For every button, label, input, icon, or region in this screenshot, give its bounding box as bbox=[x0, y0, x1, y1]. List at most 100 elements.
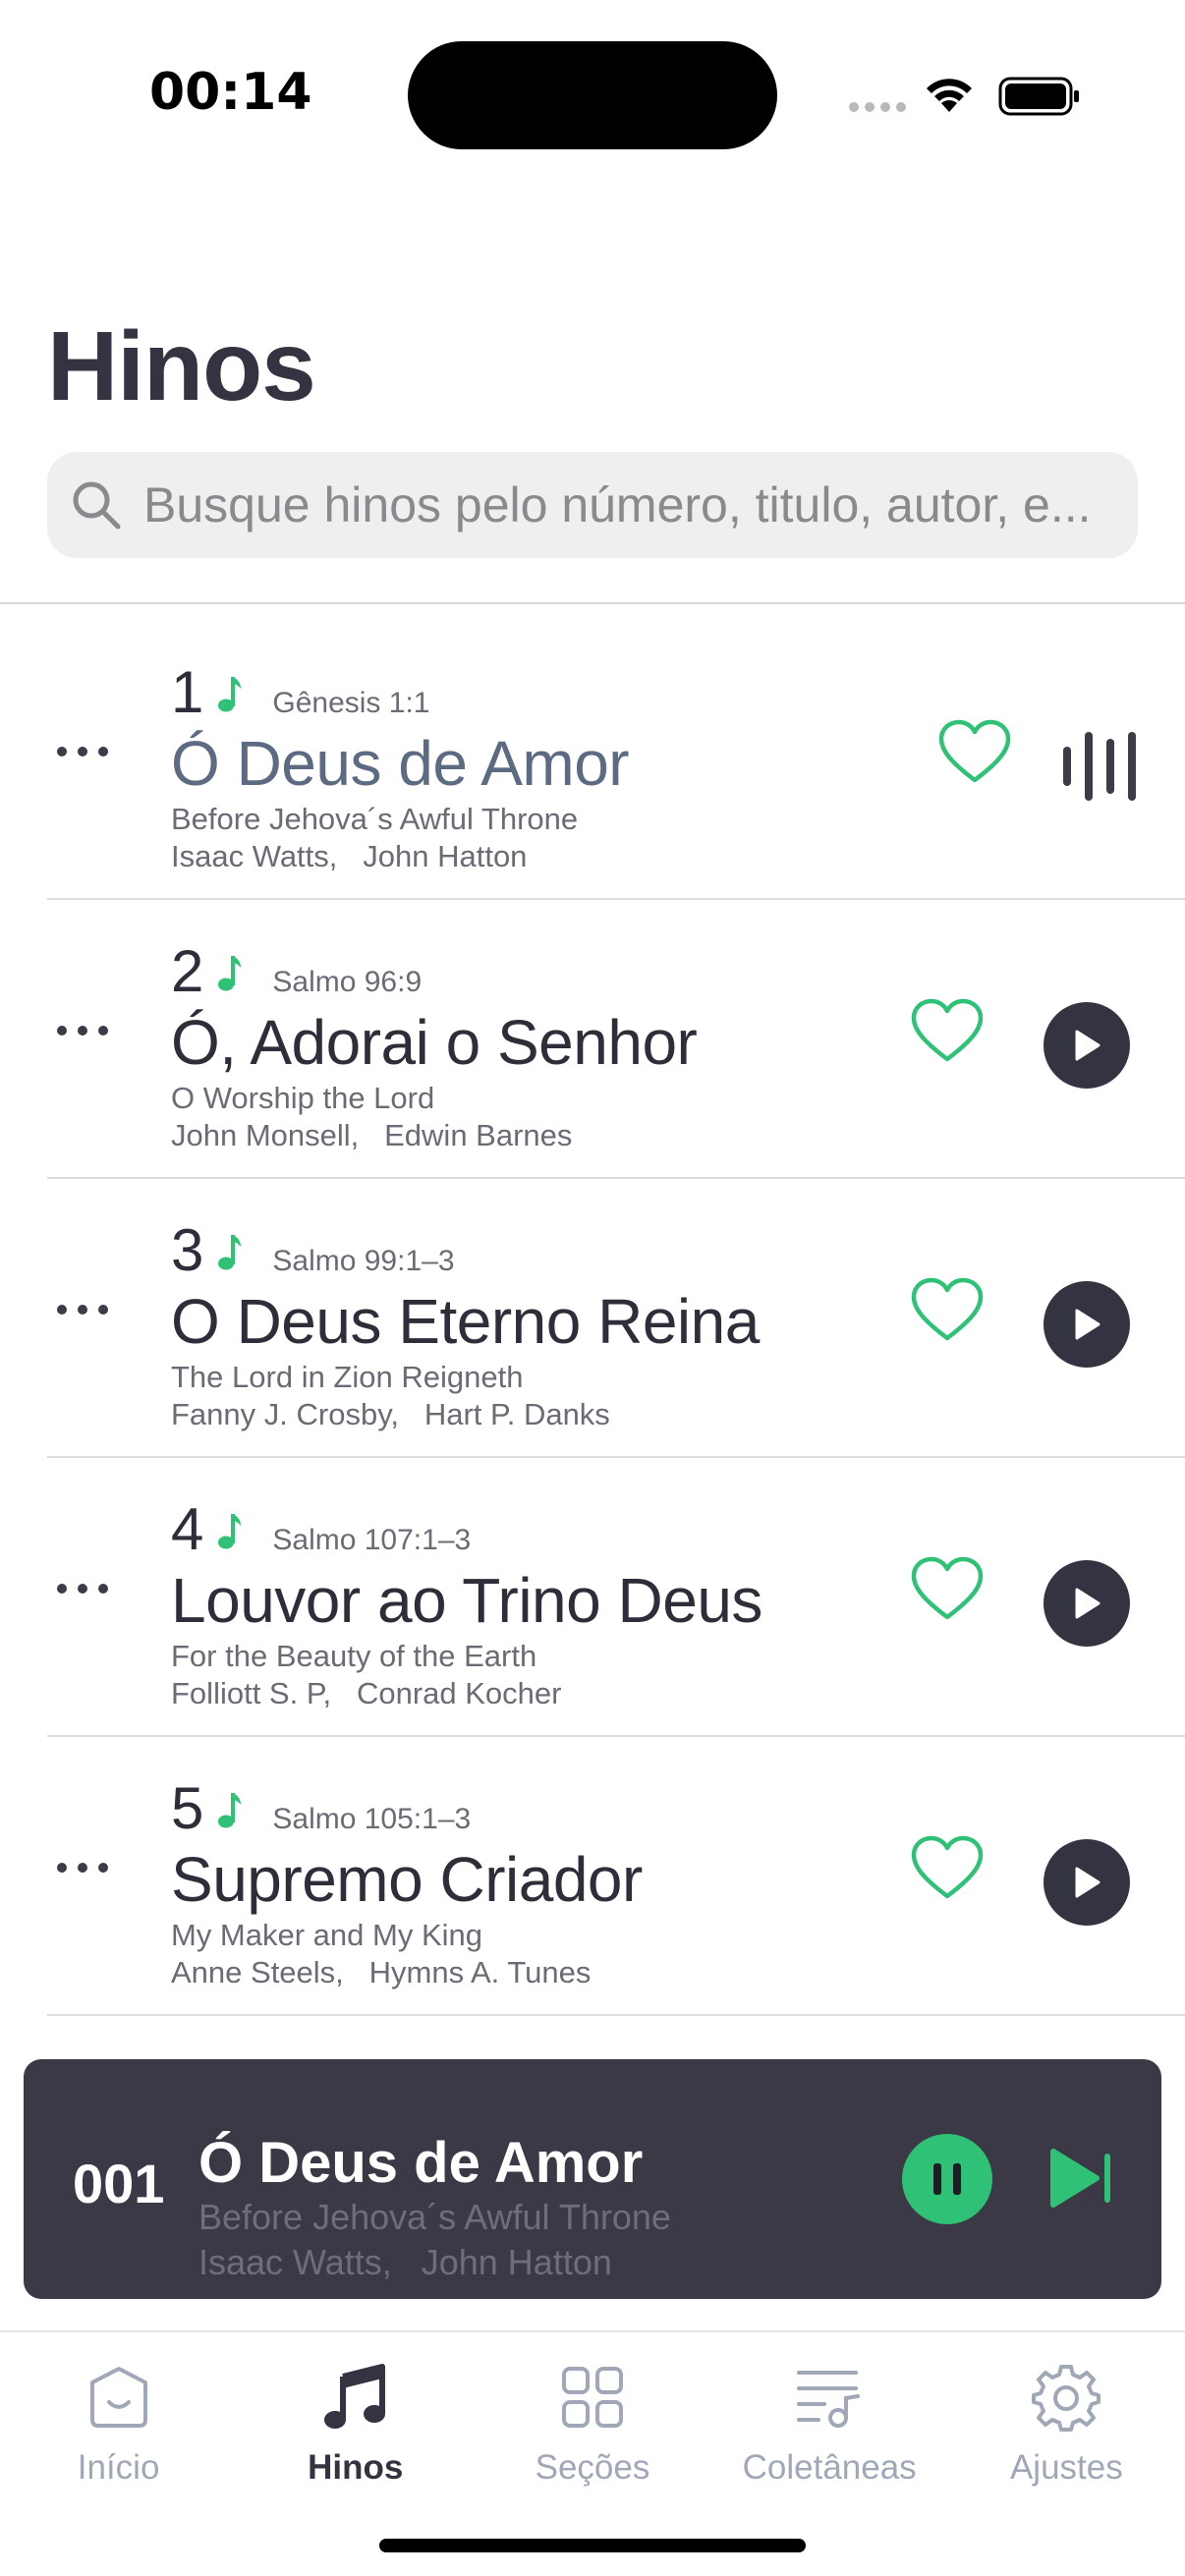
page-title: Hinos bbox=[47, 311, 316, 421]
divider bbox=[0, 602, 1185, 604]
hymn-author: Folliott S. P, bbox=[171, 1676, 332, 1710]
hymn-authors: Fanny J. Crosby, Hart P. Danks bbox=[171, 1397, 610, 1432]
hymn-number: 5 bbox=[171, 1775, 204, 1841]
hymn-row[interactable]: 5 Salmo 105:1–3 Supremo Criador My Maker… bbox=[0, 1737, 1185, 2016]
player-author: Isaac Watts, bbox=[198, 2242, 392, 2282]
hymn-title: Ó Deus de Amor bbox=[171, 728, 630, 799]
music-notes-icon bbox=[323, 2364, 385, 2429]
favorite-heart-icon[interactable] bbox=[910, 1275, 985, 1346]
hymn-composer: John Hatton bbox=[363, 839, 528, 873]
tab-ajustes[interactable]: Ajustes bbox=[948, 2332, 1185, 2576]
status-time: 00:14 bbox=[149, 63, 312, 122]
play-button[interactable] bbox=[1044, 1281, 1130, 1368]
hymn-row[interactable]: 4 Salmo 107:1–3 Louvor ao Trino Deus For… bbox=[0, 1458, 1185, 1737]
more-options-button[interactable] bbox=[57, 1863, 108, 1873]
hymn-composer: Conrad Kocher bbox=[356, 1676, 562, 1710]
player-hymn-number: 001 bbox=[73, 2153, 165, 2214]
bible-reference: Salmo 107:1–3 bbox=[272, 1524, 472, 1556]
hymn-original-title: The Lord in Zion Reigneth bbox=[171, 1360, 524, 1394]
gear-icon bbox=[1032, 2365, 1101, 2432]
hymn-author: John Monsell, bbox=[171, 1118, 360, 1152]
music-note-icon bbox=[218, 1793, 242, 1828]
hymn-original-title: For the Beauty of the Earth bbox=[171, 1639, 537, 1673]
more-options-button[interactable] bbox=[57, 747, 108, 756]
skip-next-icon[interactable] bbox=[1047, 2146, 1116, 2211]
hymn-title: Louvor ao Trino Deus bbox=[171, 1565, 762, 1636]
dynamic-island bbox=[408, 41, 777, 149]
tab-label: Hinos bbox=[308, 2448, 404, 2487]
hymn-row[interactable]: 1 Gênesis 1:1 Ó Deus de Amor Before Jeho… bbox=[0, 621, 1185, 900]
play-icon bbox=[1075, 1867, 1100, 1898]
hymn-meta: 2 Salmo 96:9 bbox=[171, 937, 422, 1005]
hymn-list: 1 Gênesis 1:1 Ó Deus de Amor Before Jeho… bbox=[0, 621, 1185, 2016]
music-note-icon bbox=[218, 956, 242, 991]
tab-label: Ajustes bbox=[1009, 2448, 1123, 2487]
hymn-authors: Isaac Watts, John Hatton bbox=[171, 839, 527, 874]
hymn-meta: 3 Salmo 99:1–3 bbox=[171, 1216, 455, 1284]
hymn-meta: 5 Salmo 105:1–3 bbox=[171, 1774, 471, 1842]
more-options-button[interactable] bbox=[57, 1305, 108, 1315]
hymn-title: Ó, Adorai o Senhor bbox=[171, 1007, 698, 1078]
player-composer: John Hatton bbox=[421, 2242, 612, 2282]
home-icon bbox=[89, 2367, 147, 2428]
playlist-icon bbox=[797, 2371, 861, 2428]
player-authors: Isaac Watts, John Hatton bbox=[198, 2242, 612, 2283]
tab-label: Seções bbox=[535, 2448, 650, 2487]
play-icon bbox=[1075, 1309, 1100, 1340]
tab-label: Coletâneas bbox=[742, 2448, 917, 2487]
hymn-authors: Folliott S. P, Conrad Kocher bbox=[171, 1676, 561, 1711]
hymn-composer: Hart P. Danks bbox=[423, 1397, 610, 1431]
cellular-signal-icon bbox=[849, 102, 906, 112]
music-note-icon bbox=[218, 1235, 242, 1270]
hymn-authors: Anne Steels, Hymns A. Tunes bbox=[171, 1955, 591, 1990]
hymn-composer: Hymns A. Tunes bbox=[368, 1955, 592, 1989]
search-input[interactable] bbox=[143, 476, 1126, 533]
hymn-number: 3 bbox=[171, 1217, 204, 1283]
favorite-heart-icon[interactable] bbox=[910, 1833, 985, 1904]
favorite-heart-icon[interactable] bbox=[910, 1554, 985, 1625]
mini-player[interactable]: 001 Ó Deus de Amor Before Jehova´s Awful… bbox=[24, 2059, 1161, 2299]
hymn-original-title: My Maker and My King bbox=[171, 1918, 482, 1952]
favorite-heart-icon[interactable] bbox=[937, 717, 1012, 788]
hymn-row[interactable]: 2 Salmo 96:9 Ó, Adorai o Senhor O Worshi… bbox=[0, 900, 1185, 1179]
play-icon bbox=[1075, 1588, 1100, 1619]
hymn-authors: John Monsell, Edwin Barnes bbox=[171, 1118, 572, 1153]
hymn-meta: 4 Salmo 107:1–3 bbox=[171, 1495, 471, 1563]
hymn-number: 1 bbox=[171, 659, 204, 725]
tab-inicio[interactable]: Início bbox=[0, 2332, 237, 2576]
battery-icon bbox=[998, 77, 1079, 116]
bible-reference: Salmo 99:1–3 bbox=[272, 1245, 455, 1277]
play-button[interactable] bbox=[1044, 1560, 1130, 1647]
search-icon bbox=[73, 481, 121, 530]
player-title: Ó Deus de Amor bbox=[198, 2131, 644, 2195]
tab-label: Início bbox=[77, 2448, 160, 2487]
bible-reference: Salmo 96:9 bbox=[272, 966, 423, 998]
bible-reference: Gênesis 1:1 bbox=[272, 687, 430, 719]
hymn-author: Isaac Watts, bbox=[171, 839, 338, 873]
play-button[interactable] bbox=[1044, 1839, 1130, 1926]
hymn-original-title: O Worship the Lord bbox=[171, 1081, 435, 1115]
now-playing-equalizer-icon[interactable] bbox=[1063, 723, 1136, 810]
search-bar[interactable] bbox=[47, 452, 1138, 558]
hymn-number: 2 bbox=[171, 938, 204, 1004]
hymn-original-title: Before Jehova´s Awful Throne bbox=[171, 802, 579, 836]
wifi-icon bbox=[927, 79, 972, 112]
hymn-composer: Edwin Barnes bbox=[384, 1118, 573, 1152]
hymn-author: Anne Steels, bbox=[171, 1955, 344, 1989]
home-indicator[interactable] bbox=[379, 2539, 806, 2552]
hymn-title: Supremo Criador bbox=[171, 1844, 643, 1915]
hymn-row[interactable]: 3 Salmo 99:1–3 O Deus Eterno Reina The L… bbox=[0, 1179, 1185, 1458]
hymn-author: Fanny J. Crosby, bbox=[171, 1397, 400, 1431]
grid-icon bbox=[561, 2367, 623, 2428]
more-options-button[interactable] bbox=[57, 1584, 108, 1594]
more-options-button[interactable] bbox=[57, 1026, 108, 1036]
music-note-icon bbox=[218, 677, 242, 712]
player-original-title: Before Jehova´s Awful Throne bbox=[198, 2197, 671, 2237]
hymn-title: O Deus Eterno Reina bbox=[171, 1286, 760, 1357]
play-button[interactable] bbox=[1044, 1002, 1130, 1089]
hymn-number: 4 bbox=[171, 1496, 204, 1562]
pause-button[interactable] bbox=[902, 2134, 992, 2224]
hymn-meta: 1 Gênesis 1:1 bbox=[171, 658, 429, 726]
play-icon bbox=[1075, 1030, 1100, 1061]
favorite-heart-icon[interactable] bbox=[910, 996, 985, 1067]
